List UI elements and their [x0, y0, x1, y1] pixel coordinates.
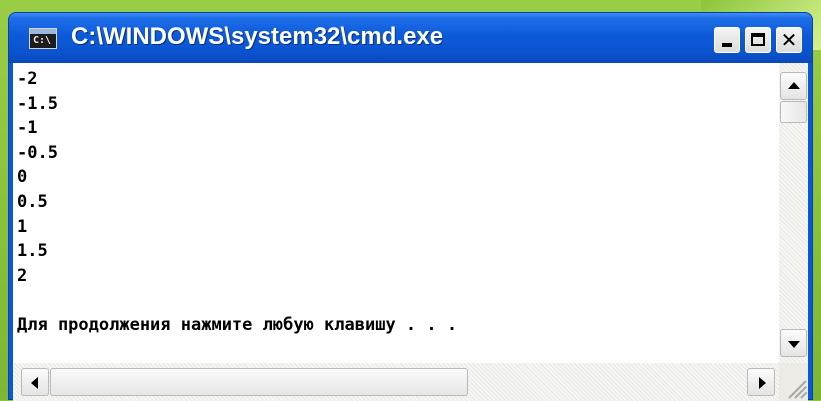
console-line: -0.5 — [17, 142, 58, 163]
icon-title-strip — [30, 29, 56, 34]
console-line: -1.5 — [17, 93, 58, 114]
maximize-button[interactable] — [745, 27, 771, 53]
arrow-right-icon — [759, 377, 766, 389]
scroll-down-button[interactable] — [780, 329, 807, 357]
icon-prompt-label: C:\ — [33, 35, 52, 46]
arrow-down-icon — [788, 341, 800, 348]
minimize-button[interactable] — [714, 27, 740, 53]
horizontal-scroll-thumb[interactable] — [50, 368, 468, 396]
arrow-left-icon — [31, 377, 38, 389]
vertical-scroll-thumb[interactable] — [780, 101, 807, 123]
scroll-up-button[interactable] — [780, 72, 807, 100]
scroll-left-button[interactable] — [21, 368, 49, 396]
title-bar[interactable]: C:\ C:\WINDOWS\system32\cmd.exe ✕ — [9, 13, 812, 63]
arrow-up-icon — [788, 82, 800, 89]
console-line: 1.5 — [17, 241, 48, 262]
console-line: Для продолжения нажмите любую клавишу . … — [17, 314, 458, 335]
window-title: C:\WINDOWS\system32\cmd.exe — [71, 23, 444, 50]
close-button[interactable]: ✕ — [776, 27, 802, 53]
console-line: 0 — [17, 167, 28, 188]
console-line: -1 — [17, 118, 38, 139]
console-line: 0.5 — [17, 191, 48, 212]
console-line: 2 — [17, 265, 28, 286]
console-area[interactable]: -2 -1.5 -1 -0.5 0 0.5 1 1.5 2 Для продол… — [13, 63, 808, 401]
cmd-console-icon[interactable]: C:\ — [29, 28, 57, 49]
console-line: 1 — [17, 216, 28, 237]
console-line: -2 — [17, 69, 38, 89]
horizontal-scrollbar[interactable] — [13, 363, 779, 401]
minimize-icon — [722, 43, 732, 47]
maximize-icon — [751, 33, 765, 46]
scroll-right-button[interactable] — [747, 368, 775, 396]
vertical-scrollbar[interactable] — [779, 63, 808, 363]
close-icon: ✕ — [780, 28, 798, 52]
resize-grip-icon[interactable] — [779, 363, 808, 401]
console-output: -2 -1.5 -1 -0.5 0 0.5 1 1.5 2 Для продол… — [17, 67, 457, 338]
cmd-window: C:\ C:\WINDOWS\system32\cmd.exe ✕ -2 -1.… — [8, 12, 813, 401]
